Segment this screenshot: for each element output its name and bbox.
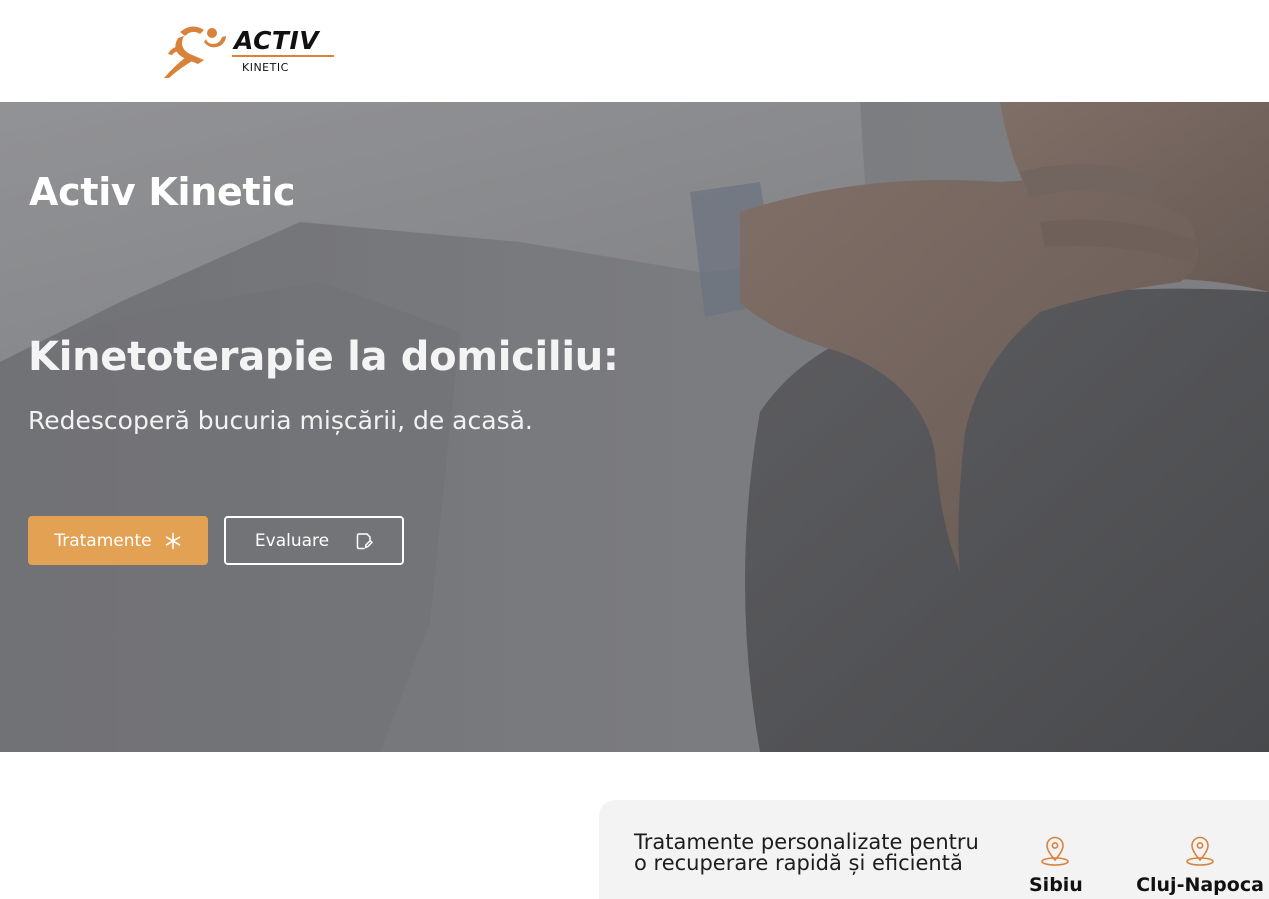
site-header: ACTIV KINETIC [0, 0, 1269, 102]
location-cluj-napoca[interactable]: Cluj-Napoca [1135, 834, 1265, 896]
evaluare-button[interactable]: Evaluare [224, 516, 404, 565]
edit-note-icon [356, 532, 373, 549]
activ-kinetic-logo[interactable]: ACTIV KINETIC [160, 20, 336, 80]
tratamente-button[interactable]: Tratamente [28, 516, 208, 565]
location-label: Sibiu [1029, 874, 1083, 896]
hero-section: Activ Kinetic Kinetoterapie la domiciliu… [0, 102, 1269, 752]
brand-title: Activ Kinetic [29, 170, 296, 214]
info-text: Tratamente personalizate pentru o recupe… [634, 830, 979, 875]
location-sibiu[interactable]: Sibiu [1029, 834, 1083, 896]
location-label: Cluj-Napoca [1136, 874, 1264, 896]
hero-subheading: Redescoperă bucuria mișcării, de acasă. [28, 406, 533, 435]
evaluare-button-label: Evaluare [254, 530, 330, 551]
asterisk-icon [165, 532, 180, 549]
hero-content: Activ Kinetic Kinetoterapie la domiciliu… [0, 102, 1269, 752]
logo-underline [232, 55, 334, 57]
logo-wordmark: ACTIV [234, 26, 320, 55]
hero-heading: Kinetoterapie la domiciliu: [28, 334, 619, 380]
map-pin-icon [1041, 836, 1069, 866]
runner-logo-icon [164, 26, 226, 78]
map-pin-icon [1186, 836, 1214, 866]
tratamente-button-label: Tratamente [54, 530, 152, 551]
info-card: Tratamente personalizate pentru o recupe… [599, 800, 1269, 899]
logo-subtitle: KINETIC [242, 61, 289, 74]
